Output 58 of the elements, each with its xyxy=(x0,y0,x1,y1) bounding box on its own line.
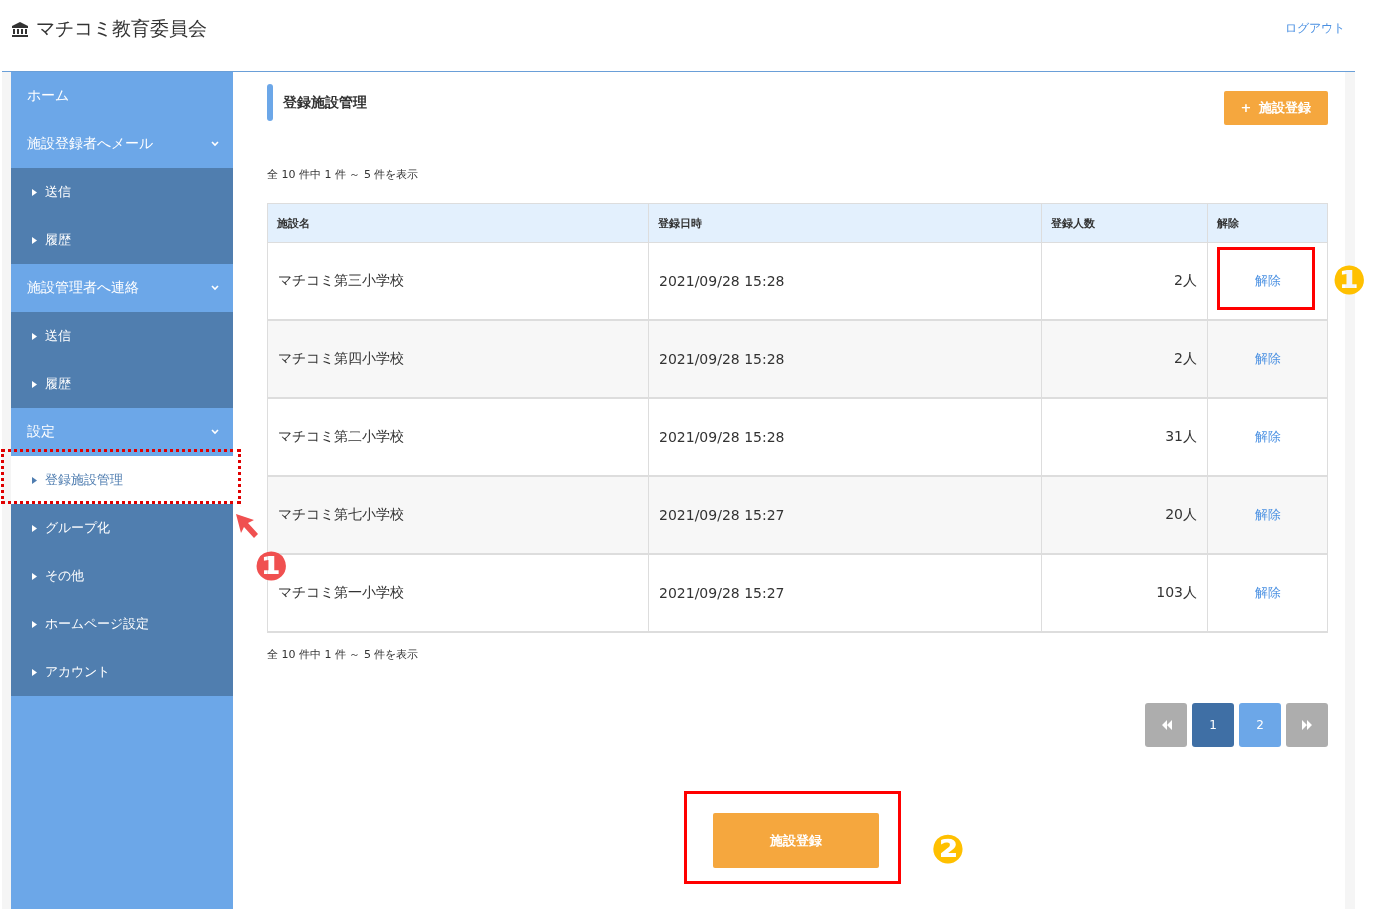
triangle-right-icon xyxy=(32,524,37,532)
table-cell: 103人 xyxy=(1041,554,1208,632)
sidebar-subitem[interactable]: アカウント xyxy=(11,648,233,696)
sidebar-item[interactable]: 施設管理者へ連絡 xyxy=(11,264,233,312)
page-button[interactable]: 1 xyxy=(1192,703,1234,747)
triangle-right-icon xyxy=(32,236,37,244)
sidebar-subitem[interactable]: 履歴 xyxy=(11,216,233,264)
triangle-right-icon xyxy=(32,332,37,340)
column-header: 登録日時 xyxy=(648,203,1042,243)
page-button[interactable]: 2 xyxy=(1239,703,1281,747)
site-title: マチコミ教育委員会 xyxy=(36,16,207,41)
sidebar-subitem[interactable]: 履歴 xyxy=(11,360,233,408)
triangle-right-icon xyxy=(32,620,37,628)
column-header: 施設名 xyxy=(267,203,649,243)
triangle-right-icon xyxy=(32,188,37,196)
bank-icon xyxy=(12,21,28,37)
sidebar-subitem[interactable]: ホームページ設定 xyxy=(11,600,233,648)
sidebar-subitem[interactable]: その他 xyxy=(11,552,233,600)
remove-link[interactable]: 解除 xyxy=(1254,429,1281,444)
table-cell: 2021/09/28 15:27 xyxy=(648,476,1042,554)
table-cell: マチコミ第四小学校 xyxy=(267,320,649,398)
table-cell: 2人 xyxy=(1041,320,1208,398)
add-facility-button[interactable]: + 施設登録 xyxy=(1224,91,1328,125)
logout-link[interactable]: ログアウト xyxy=(1285,20,1345,37)
last-page-button[interactable] xyxy=(1286,703,1328,747)
chevron-down-icon xyxy=(211,429,219,435)
step-number-label: ❷ xyxy=(930,829,966,869)
triangle-right-icon xyxy=(32,572,37,580)
sidebar-subitem[interactable]: 登録施設管理 xyxy=(11,456,233,504)
sidebar-item[interactable]: 施設登録者へメール xyxy=(11,120,233,168)
chevron-down-icon xyxy=(211,141,219,147)
page-title: 登録施設管理 xyxy=(283,93,367,112)
remove-link[interactable]: 解除 xyxy=(1254,351,1281,366)
title-accent-bar xyxy=(267,84,273,121)
sidebar-subitem[interactable]: 送信 xyxy=(11,168,233,216)
result-summary: 全 10 件中 1 件 ～ 5 件を表示 xyxy=(267,167,420,182)
chevron-down-icon xyxy=(211,285,219,291)
triangle-right-icon xyxy=(32,476,37,484)
sidebar-subitem[interactable]: 送信 xyxy=(11,312,233,360)
column-header: 解除 xyxy=(1207,203,1328,243)
column-header: 登録人数 xyxy=(1041,203,1208,243)
sidebar-item[interactable]: 設定 xyxy=(11,408,233,456)
table-cell: 2021/09/28 15:28 xyxy=(648,320,1042,398)
step-number-label: ❶ xyxy=(1331,260,1367,300)
double-right-icon xyxy=(1301,720,1313,730)
triangle-right-icon xyxy=(32,668,37,676)
register-facility-button[interactable]: 施設登録 xyxy=(713,813,879,868)
sidebar-subitem[interactable]: グループ化 xyxy=(11,504,233,552)
first-page-button[interactable] xyxy=(1145,703,1187,747)
triangle-right-icon xyxy=(32,380,37,388)
double-left-icon xyxy=(1160,720,1172,730)
remove-link[interactable]: 解除 xyxy=(1254,507,1281,522)
sidebar-item[interactable]: ホーム xyxy=(11,72,233,120)
table-cell: 2021/09/28 15:27 xyxy=(648,554,1042,632)
remove-link[interactable]: 解除 xyxy=(1254,585,1281,600)
result-summary: 全 10 件中 1 件 ～ 5 件を表示 xyxy=(267,647,420,662)
remove-link[interactable]: 解除 xyxy=(1254,273,1281,288)
table-cell: 20人 xyxy=(1041,476,1208,554)
